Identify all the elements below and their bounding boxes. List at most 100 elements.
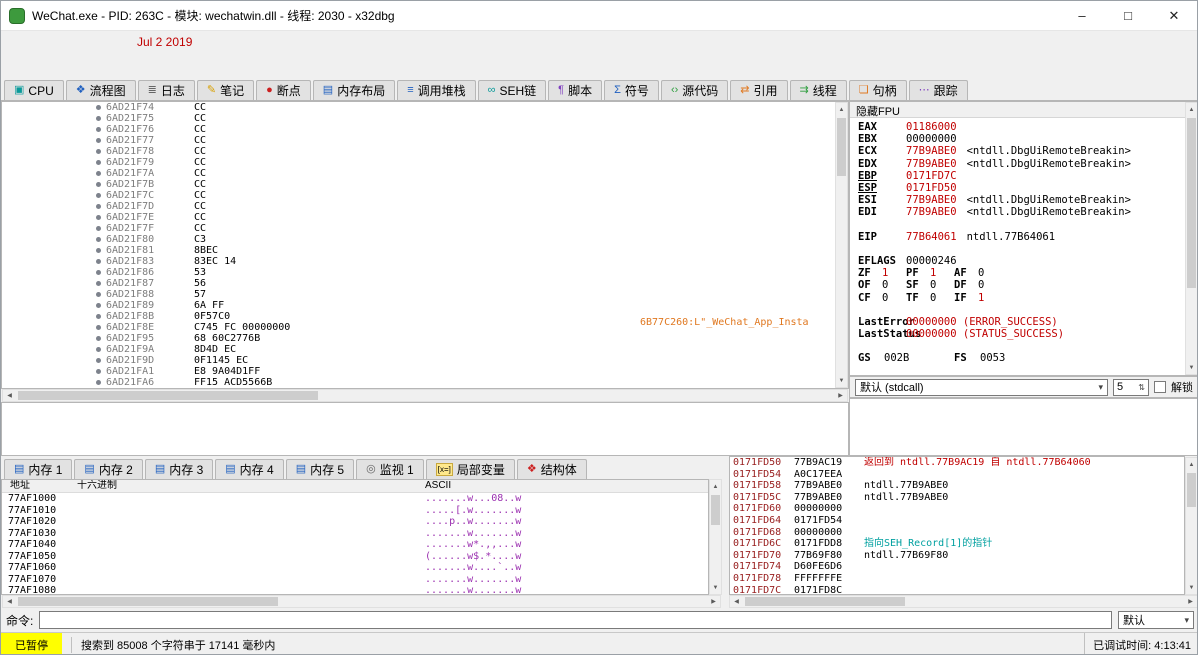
settings-gear-icon[interactable] — [304, 55, 328, 77]
dump-row[interactable]: 77AF1030 .......w.......w — [2, 528, 708, 540]
flags-row[interactable]: OF 0 SF 0 DF 0 — [858, 279, 1194, 291]
tab-trace[interactable]: ⋯ 跟踪 — [909, 80, 968, 100]
kill-process-icon[interactable] — [129, 55, 153, 77]
register-row[interactable] — [858, 219, 1194, 231]
disasm-row[interactable]: 6AD21FA6 FF15 ACD5566B — [2, 377, 848, 388]
tab-breakpoints[interactable]: ● 断点 — [256, 80, 311, 100]
scroll-track[interactable] — [1186, 471, 1197, 581]
argument-row[interactable] — [855, 440, 1193, 453]
disasm-vertical-scrollbar[interactable] — [835, 102, 848, 388]
breakpoint-dot[interactable] — [96, 149, 101, 154]
breakpoint-dot[interactable] — [96, 369, 101, 374]
scroll-up-icon[interactable] — [710, 480, 721, 493]
breakpoint-dot[interactable] — [96, 314, 101, 319]
disasm-horizontal-scrollbar[interactable] — [2, 389, 848, 402]
breakpoint-dot[interactable] — [96, 336, 101, 341]
menu-file[interactable] — [5, 40, 21, 44]
scroll-left-icon[interactable] — [730, 596, 743, 607]
dump-row[interactable]: 77AF1050 (......w$.*....w — [2, 551, 708, 563]
EIP[interactable]: EIP 77B64061 ntdll.77B64061 — [858, 231, 1194, 243]
notify-phone-icon[interactable] — [554, 55, 578, 77]
ESP[interactable]: ESP 0171FD50 — [858, 182, 1194, 194]
dump-row[interactable]: 77AF1080 .......w.......w — [2, 585, 708, 595]
scroll-right-icon[interactable] — [834, 390, 847, 401]
tab-source[interactable]: ‹› 源代码 — [661, 80, 728, 100]
stack-row[interactable]: 0171FD64 0171FD54 — [730, 515, 1184, 527]
command-profile-select[interactable]: 默认 — [1118, 611, 1194, 629]
breakpoint-dot[interactable] — [96, 303, 101, 308]
scroll-track[interactable] — [16, 596, 707, 607]
breakpoint-dot[interactable] — [96, 380, 101, 385]
scroll-down-icon[interactable] — [710, 581, 721, 594]
strings-az-icon[interactable] — [479, 55, 503, 77]
scroll-up-icon[interactable] — [836, 103, 847, 116]
command-input[interactable] — [39, 611, 1112, 629]
EBP[interactable]: EBP 0171FD7C — [858, 170, 1194, 182]
breakpoint-dot[interactable] — [96, 237, 101, 242]
scroll-right-icon[interactable] — [707, 596, 720, 607]
menu-trace[interactable] — [53, 40, 69, 44]
ESI[interactable]: ESI 77B9ABE0 <ntdll.DbgUiRemoteBreakin> — [858, 194, 1194, 206]
scroll-track[interactable] — [836, 116, 847, 374]
minimize-button[interactable]: – — [1059, 1, 1105, 30]
stack-horizontal-scrollbar[interactable] — [729, 595, 1198, 608]
stack-row[interactable]: 0171FD78 FFFFFFFE — [730, 573, 1184, 585]
tab-references[interactable]: ⇄ 引用 — [730, 80, 787, 100]
restart-icon[interactable] — [29, 55, 53, 77]
flags-row[interactable]: CF 0 TF 0 IF 1 — [858, 292, 1194, 304]
breakpoint-dot[interactable] — [96, 325, 101, 330]
run-icon[interactable] — [79, 55, 103, 77]
menu-view[interactable] — [21, 40, 37, 44]
stack-vertical-scrollbar[interactable] — [1185, 457, 1198, 595]
scroll-thumb[interactable] — [711, 495, 720, 525]
breakpoint-dot[interactable] — [96, 226, 101, 231]
tab-log[interactable]: ≣ 日志 — [138, 80, 195, 100]
ECX[interactable]: ECX 77B9ABE0 <ntdll.DbgUiRemoteBreakin> — [858, 145, 1194, 157]
EDX[interactable]: EDX 77B9ABE0 <ntdll.DbgUiRemoteBreakin> — [858, 158, 1194, 170]
hash-icon[interactable] — [454, 55, 478, 77]
open-file-icon[interactable] — [4, 55, 28, 77]
scroll-track[interactable] — [710, 493, 721, 581]
tab-call-stack[interactable]: ≡ 调用堆栈 — [397, 80, 475, 100]
dump-vertical-scrollbar[interactable] — [709, 479, 722, 595]
watch-tab-1[interactable]: ◎ 监视 1 — [356, 459, 424, 479]
run-to-return-icon[interactable] — [229, 55, 253, 77]
stack-row[interactable]: 0171FD6C 0171FDD8 指向SEH_Record[1]的指针 — [730, 538, 1184, 550]
breakpoint-dot[interactable] — [96, 105, 101, 110]
menu-plugins[interactable] — [69, 40, 85, 44]
dump-row[interactable]: 77AF1040 .......w*.,,...w — [2, 539, 708, 551]
scroll-left-icon[interactable] — [3, 596, 16, 607]
tab-graph[interactable]: ❖ 流程图 — [66, 80, 136, 100]
scroll-right-icon[interactable] — [1184, 596, 1197, 607]
patches-check-icon[interactable] — [379, 55, 403, 77]
breakpoint-dot[interactable] — [96, 204, 101, 209]
scroll-thumb[interactable] — [1187, 118, 1196, 288]
maximize-button[interactable]: □ — [1105, 1, 1151, 30]
scroll-left-icon[interactable] — [3, 390, 16, 401]
scroll-track[interactable] — [1186, 116, 1197, 361]
scroll-up-icon[interactable] — [1186, 103, 1197, 116]
breakpoint-dot[interactable] — [96, 193, 101, 198]
stack-row[interactable]: 0171FD5C 77B9ABE0 ntdll.77B9ABE0 — [730, 492, 1184, 504]
registers-vertical-scrollbar[interactable] — [1185, 102, 1198, 375]
menu-help[interactable] — [117, 40, 133, 44]
scroll-thumb[interactable] — [745, 597, 905, 606]
LastStatus[interactable]: LastStatus 00000000 (STATUS_SUCCESS) — [858, 328, 1194, 340]
tab-handles[interactable]: ❏ 句柄 — [849, 80, 907, 100]
tab-seh[interactable]: ∞ SEH链 — [478, 80, 547, 100]
scroll-down-icon[interactable] — [1186, 581, 1197, 594]
segment-row[interactable]: GS 002B FS 0053 — [858, 352, 1194, 364]
step-into-icon[interactable] — [179, 55, 203, 77]
dump-row[interactable]: 77AF1000 .......w...08..w — [2, 493, 708, 505]
dump-row[interactable]: 77AF1020 ....p..w.......w — [2, 516, 708, 528]
breakpoint-dot[interactable] — [96, 171, 101, 176]
menu-favourites[interactable] — [85, 40, 101, 44]
scroll-thumb[interactable] — [1187, 473, 1196, 507]
scylla-smiley-icon[interactable] — [354, 55, 378, 77]
stop-debug-icon[interactable] — [54, 55, 78, 77]
stack-row[interactable]: 0171FD58 77B9ABE0 ntdll.77B9ABE0 — [730, 480, 1184, 492]
stack-row[interactable]: 0171FD68 00000000 — [730, 527, 1184, 539]
argument-row[interactable] — [855, 414, 1193, 427]
breakpoint-dot[interactable] — [96, 116, 101, 121]
dump-tab-3[interactable]: ▤ 内存 3 — [145, 459, 213, 479]
